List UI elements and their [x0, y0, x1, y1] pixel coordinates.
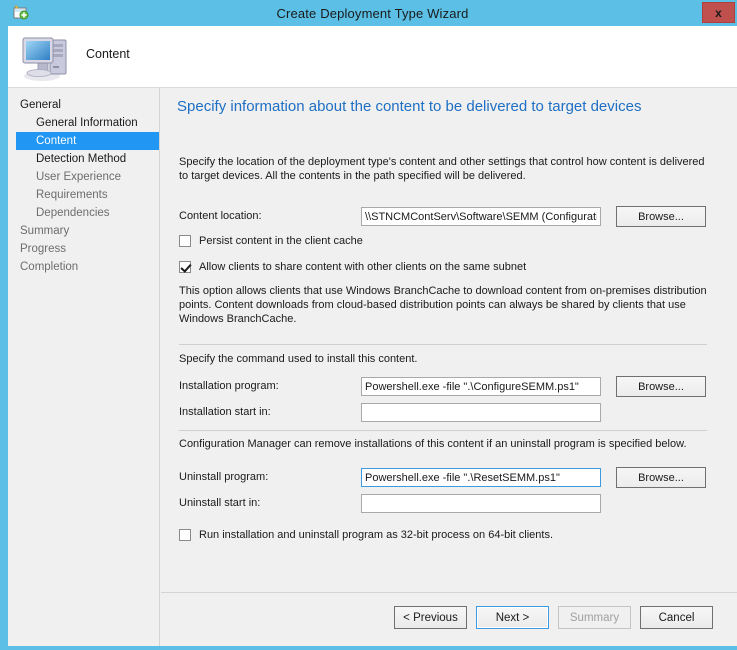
page-header: Content: [8, 26, 737, 88]
wizard-sidebar: General General Information Content Dete…: [8, 88, 160, 646]
uninstall-program-label: Uninstall program:: [179, 471, 269, 483]
persist-content-label: Persist content in the client cache: [199, 235, 363, 247]
sidebar-item-detection-method[interactable]: Detection Method: [8, 150, 159, 168]
content-location-input[interactable]: [361, 207, 601, 226]
run-32bit-checkbox-row[interactable]: Run installation and uninstall program a…: [179, 528, 553, 542]
wizard-footer: < Previous Next > Summary Cancel: [161, 592, 737, 646]
installation-start-in-row: Installation start in:: [179, 403, 719, 423]
installation-program-row: Installation program: Browse...: [179, 376, 719, 397]
sidebar-item-general[interactable]: General: [8, 96, 159, 114]
persist-content-checkbox-row[interactable]: Persist content in the client cache: [179, 234, 363, 248]
sidebar-item-progress[interactable]: Progress: [8, 240, 159, 258]
uninstall-start-in-label: Uninstall start in:: [179, 497, 261, 509]
uninstall-start-in-row: Uninstall start in:: [179, 494, 719, 514]
summary-button: Summary: [558, 606, 631, 629]
computer-monitor-icon: [20, 32, 72, 82]
wizard-window: Create Deployment Type Wizard x Content …: [0, 0, 737, 650]
previous-button[interactable]: < Previous: [394, 606, 467, 629]
window-title: Create Deployment Type Wizard: [276, 5, 469, 21]
sidebar-item-user-experience[interactable]: User Experience: [8, 168, 159, 186]
page-title: Specify information about the content to…: [177, 98, 642, 115]
deployment-type-icon: [12, 4, 30, 22]
sidebar-item-general-information[interactable]: General Information: [8, 114, 159, 132]
sidebar-item-dependencies[interactable]: Dependencies: [8, 204, 159, 222]
share-content-label: Allow clients to share content with othe…: [199, 261, 527, 273]
uninstall-program-input[interactable]: [361, 468, 601, 487]
cancel-button[interactable]: Cancel: [640, 606, 713, 629]
run-32bit-label: Run installation and uninstall program a…: [199, 529, 554, 541]
sidebar-item-requirements[interactable]: Requirements: [8, 186, 159, 204]
installation-start-in-input[interactable]: [361, 403, 601, 422]
next-button[interactable]: Next >: [476, 606, 549, 629]
intro-text: Specify the location of the deployment t…: [179, 156, 705, 182]
installation-program-label: Installation program:: [179, 380, 279, 392]
content-location-row: Content location: Browse...: [179, 206, 719, 227]
uninstall-start-in-input[interactable]: [361, 494, 601, 513]
content-location-browse-button[interactable]: Browse...: [616, 206, 706, 227]
share-content-checkbox-row[interactable]: Allow clients to share content with othe…: [179, 260, 526, 274]
uninstall-program-row: Uninstall program: Browse...: [179, 467, 719, 488]
content-pane: Specify information about the content to…: [161, 88, 737, 646]
sidebar-item-content[interactable]: Content: [16, 132, 159, 150]
page-header-label: Content: [86, 47, 130, 61]
installation-program-browse-button[interactable]: Browse...: [616, 376, 706, 397]
share-content-checkbox[interactable]: [179, 261, 191, 273]
browse-label: Browse...: [638, 471, 684, 484]
divider-install: [179, 344, 707, 345]
close-icon[interactable]: x: [702, 2, 735, 23]
sidebar-item-summary[interactable]: Summary: [8, 222, 159, 240]
title-bar: Create Deployment Type Wizard x: [4, 0, 737, 26]
run-32bit-checkbox[interactable]: [179, 529, 191, 541]
sidebar-item-completion[interactable]: Completion: [8, 258, 159, 276]
branchcache-note: This option allows clients that use Wind…: [179, 285, 707, 325]
install-section-note: Specify the command used to install this…: [179, 353, 418, 365]
persist-content-checkbox[interactable]: [179, 235, 191, 247]
browse-label: Browse...: [638, 210, 684, 223]
uninstall-program-browse-button[interactable]: Browse...: [616, 467, 706, 488]
browse-label: Browse...: [638, 380, 684, 393]
content-location-label: Content location:: [179, 210, 262, 222]
uninstall-section-note: Configuration Manager can remove install…: [179, 438, 687, 450]
installation-start-in-label: Installation start in:: [179, 406, 271, 418]
wizard-body: General General Information Content Dete…: [8, 88, 737, 646]
installation-program-input[interactable]: [361, 377, 601, 396]
divider-uninstall: [179, 430, 707, 431]
